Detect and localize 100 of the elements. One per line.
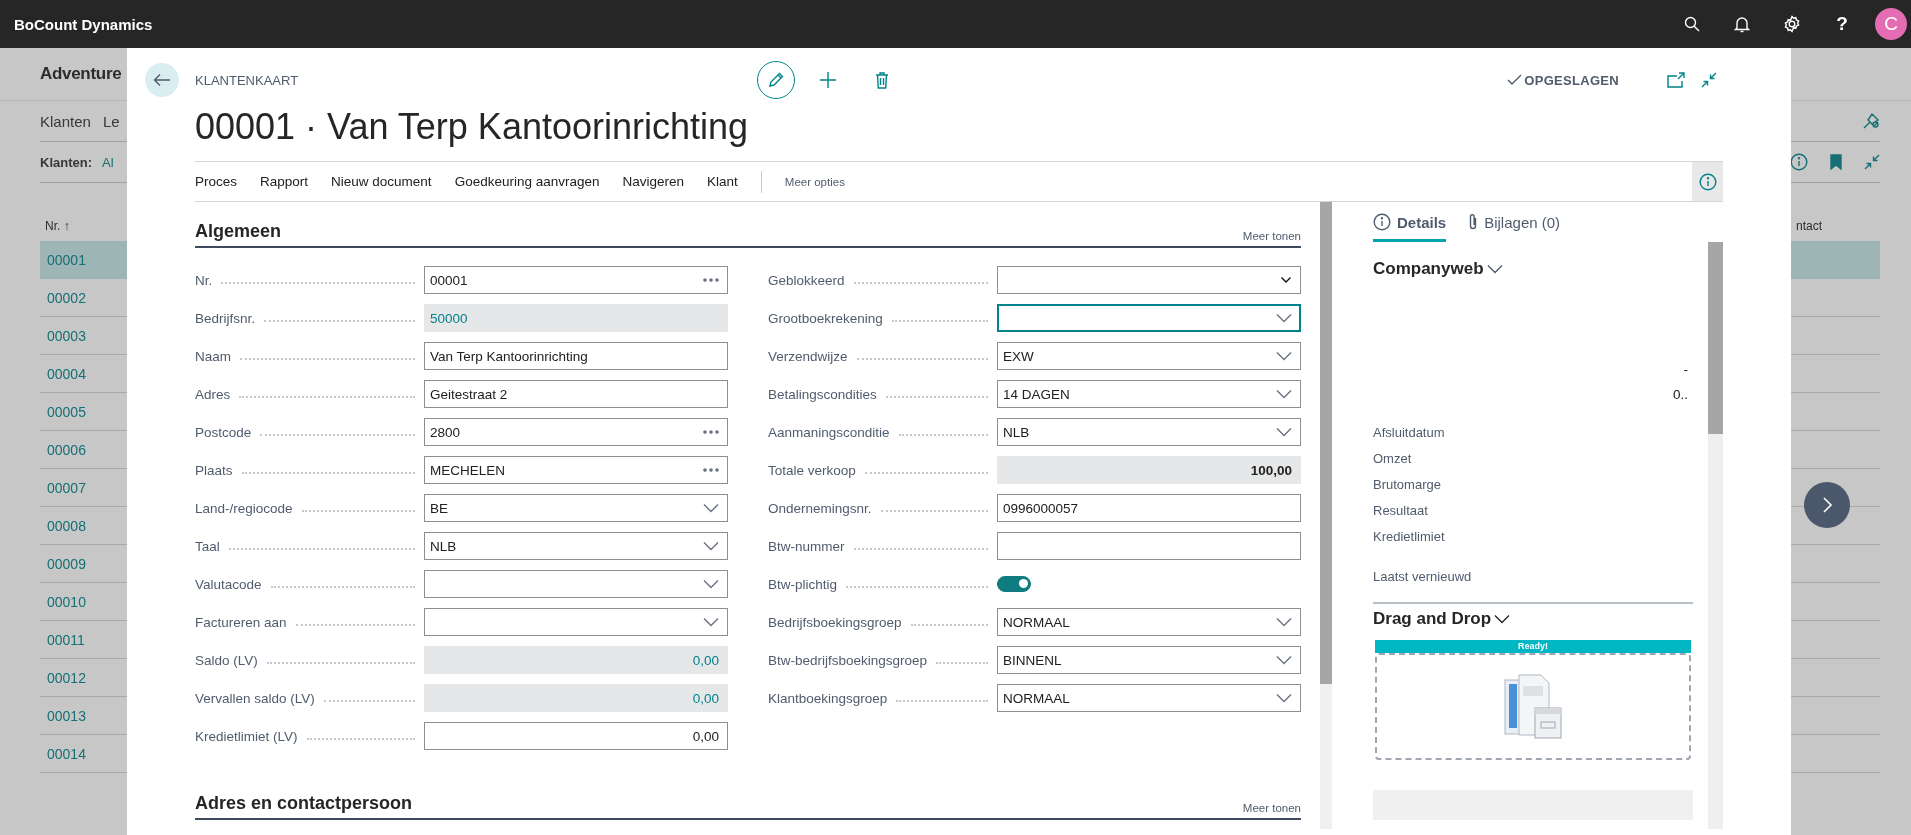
new-button[interactable] (819, 71, 837, 89)
action-menu[interactable]: Klant (707, 174, 738, 189)
input-field[interactable]: 14 DAGEN (997, 380, 1301, 408)
show-more-link[interactable]: Meer tonen (1242, 802, 1301, 814)
documents-icon (1504, 673, 1562, 740)
chevron-down-icon (703, 541, 719, 551)
input-field[interactable] (424, 608, 728, 636)
settings-icon[interactable] (1783, 15, 1801, 33)
drop-zone[interactable] (1375, 653, 1691, 760)
input-field[interactable] (997, 532, 1301, 560)
ellipsis-icon (703, 430, 719, 434)
read-only-field[interactable]: 50000 (424, 304, 728, 332)
factbox-toggle-button[interactable] (1692, 162, 1723, 201)
read-only-field[interactable]: 0,00 (424, 646, 728, 674)
show-more-link[interactable]: Meer tonen (1242, 230, 1301, 242)
page-caption: KLANTENKAART (195, 72, 300, 88)
input-field[interactable]: Van Terp Kantoorinrichting (424, 342, 728, 370)
field-label: Factureren aan (195, 614, 287, 630)
input-field[interactable]: 00001 (424, 266, 728, 294)
ellipsis-icon (703, 278, 719, 282)
edit-button[interactable] (757, 61, 795, 99)
field-label: Bedrijfsboekingsgroep (768, 614, 902, 630)
chevron-down-icon (703, 579, 719, 589)
factbox-title[interactable]: Companyweb (1373, 259, 1484, 279)
status-bar: Ready! (1375, 640, 1691, 653)
nav-tab[interactable]: Klanten (40, 112, 91, 130)
nav-tab[interactable]: Le (102, 112, 120, 130)
input-field[interactable]: NORMAAL (997, 684, 1301, 712)
scrollbar[interactable] (1320, 202, 1332, 829)
collapse-icon[interactable] (1701, 72, 1717, 88)
input-field[interactable]: MECHELEN (424, 456, 728, 484)
field-label: Naam (195, 348, 231, 364)
toggle-switch[interactable] (997, 576, 1031, 592)
table-cell[interactable]: 00010 (47, 593, 86, 610)
action-menu[interactable]: Goedkeuring aanvragen (454, 174, 600, 189)
read-only-field[interactable]: 0,00 (424, 684, 728, 712)
info-icon (1373, 213, 1391, 231)
action-menu[interactable]: Proces (195, 174, 238, 189)
input-field[interactable] (997, 266, 1301, 294)
input-field[interactable] (424, 570, 728, 598)
field-label: Adres (195, 386, 231, 402)
field-label: Klantboekingsgroep (768, 690, 888, 706)
field-label: Valutacode (195, 576, 262, 592)
info-icon (1790, 153, 1808, 171)
column-header[interactable]: Nr. ↑ (45, 219, 70, 233)
table-cell[interactable]: 00005 (47, 403, 86, 420)
chevron-down-icon (1494, 614, 1511, 624)
tab[interactable]: Bijlagen (0) (1468, 202, 1561, 242)
input-field[interactable]: Geitestraat 2 (424, 380, 728, 408)
filter-label: Klanten: (40, 154, 92, 170)
tab[interactable]: Details (1373, 202, 1447, 242)
chevron-down-icon (703, 617, 719, 627)
input-field[interactable]: 0996000057 (997, 494, 1301, 522)
input-field[interactable]: 0,00 (424, 722, 728, 750)
bell-icon[interactable] (1734, 15, 1750, 33)
pin-icon[interactable] (1862, 112, 1880, 130)
pencil-icon (767, 71, 785, 89)
table-cell[interactable]: 00009 (47, 555, 86, 572)
table-cell[interactable]: 00011 (47, 631, 85, 648)
action-menu[interactable]: Navigeren (622, 174, 685, 189)
field-label: Vervallen saldo (LV) (195, 690, 315, 706)
factbox-title[interactable]: Drag and Drop (1373, 609, 1492, 629)
scrollbar[interactable] (1708, 242, 1723, 829)
action-menu[interactable]: Rapport (260, 174, 309, 189)
table-cell[interactable]: 00002 (47, 289, 86, 306)
input-field[interactable]: BE (424, 494, 728, 522)
table-cell[interactable]: 00004 (47, 365, 86, 382)
table-cell[interactable]: 00013 (47, 707, 86, 724)
input-field[interactable]: NLB (424, 532, 728, 560)
input-field[interactable]: 2800 (424, 418, 728, 446)
field-label: Totale verkoop (768, 462, 856, 478)
bookmark-icon[interactable] (1830, 154, 1842, 170)
input-field[interactable] (997, 304, 1301, 332)
table-cell[interactable]: 00008 (47, 517, 86, 534)
collapse-icon[interactable] (1864, 154, 1880, 170)
filter-link[interactable]: Al (102, 154, 114, 170)
action-menu[interactable]: Nieuw document (331, 174, 432, 189)
help-button[interactable]: ? (1836, 13, 1848, 35)
search-icon[interactable] (1684, 16, 1700, 32)
paperclip-icon (1468, 213, 1479, 231)
chevron-down-icon (1276, 313, 1292, 323)
table-cell[interactable]: 00014 (47, 745, 86, 762)
open-in-window-icon[interactable] (1667, 72, 1685, 88)
table-cell[interactable]: 00007 (47, 479, 86, 496)
section-title[interactable]: Adres en contactpersoon (195, 793, 413, 814)
chevron-down-icon (1280, 276, 1292, 284)
trash-icon (875, 71, 889, 89)
input-field[interactable]: EXW (997, 342, 1301, 370)
input-field[interactable]: BINNENL (997, 646, 1301, 674)
more-options-button[interactable]: Meer opties (784, 175, 845, 188)
input-field[interactable]: NORMAAL (997, 608, 1301, 636)
table-cell[interactable]: 00003 (47, 327, 86, 344)
table-cell[interactable]: 00012 (47, 669, 86, 686)
input-field[interactable]: NLB (997, 418, 1301, 446)
plus-icon (819, 71, 837, 89)
column-header[interactable]: ntact (1796, 219, 1822, 233)
delete-button[interactable] (875, 71, 889, 89)
back-button[interactable] (145, 63, 179, 97)
section-title[interactable]: Algemeen (195, 221, 282, 242)
table-cell[interactable]: 00006 (47, 441, 86, 458)
